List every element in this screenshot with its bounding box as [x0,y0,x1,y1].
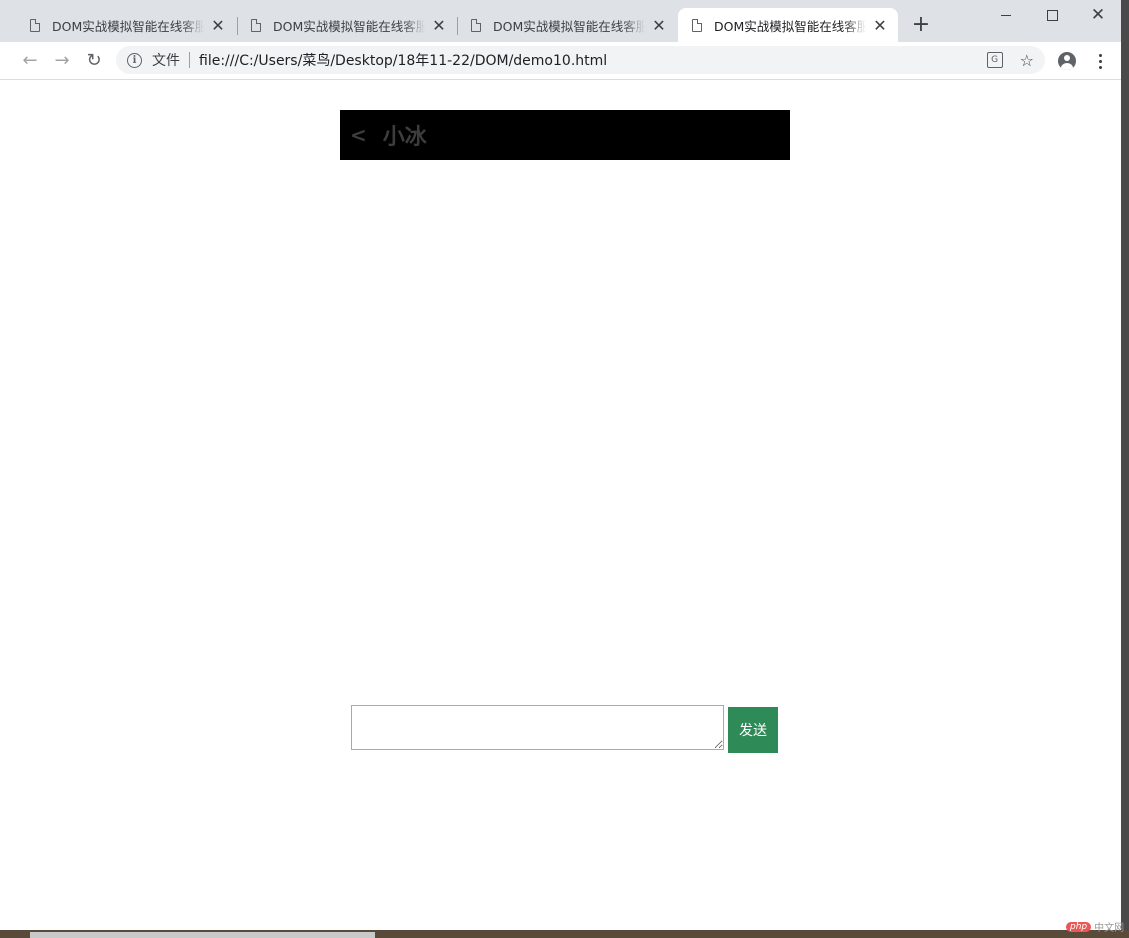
watermark-logo: php [1066,921,1092,932]
scheme-label: 文件 [152,53,180,69]
minimize-button[interactable] [983,0,1029,30]
back-button[interactable]: ← [18,48,42,72]
reload-button[interactable]: ↻ [82,48,106,72]
star-icon[interactable]: ☆ [1020,51,1034,70]
tab-close-icon[interactable]: ✕ [872,16,888,35]
translate-icon[interactable]: G [986,52,1003,68]
message-input[interactable] [351,705,724,750]
chat-back-button[interactable]: < [350,123,367,147]
watermark-text: 中文网 [1094,923,1125,934]
new-tab-button[interactable]: + [910,12,932,38]
info-icon[interactable]: i [127,52,142,68]
tab-title: DOM实战模拟智能在线客服系统 [714,18,866,34]
send-button[interactable]: 发送 [728,707,778,753]
minimize-icon [1001,14,1011,16]
reload-icon: ↻ [86,49,102,71]
forward-button[interactable]: → [50,48,74,72]
tab-close-icon[interactable]: ✕ [651,16,667,35]
arrow-left-icon: ← [22,49,38,71]
browser-window: DOM实战模拟智能在线客服系统 ✕ DOM实战模拟智能在线客服系统 ✕ DOM实… [0,0,1121,930]
tab-4-active[interactable]: DOM实战模拟智能在线客服系统 ✕ [678,8,898,42]
tab-1[interactable]: DOM实战模拟智能在线客服系统 ✕ [16,8,236,42]
address-bar[interactable]: i 文件 file:///C:/Users/菜鸟/Desktop/18年11-2… [116,46,1045,74]
taskbar-item[interactable] [30,932,375,938]
desktop-background-right [1121,0,1129,938]
chat-header: < 小冰 [340,110,790,160]
tab-title: DOM实战模拟智能在线客服系统 [493,18,645,34]
document-icon [251,18,261,32]
chat-title: 小冰 [382,125,427,150]
maximize-icon [1046,9,1058,21]
arrow-right-icon: → [54,49,70,71]
taskbar-strip [0,930,1129,938]
tab-title: DOM实战模拟智能在线客服系统 [52,18,204,34]
tab-strip: DOM实战模拟智能在线客服系统 ✕ DOM实战模拟智能在线客服系统 ✕ DOM实… [0,0,1121,42]
page-viewport: < 小冰 发送 [0,80,1121,930]
document-icon [692,18,702,32]
tab-3[interactable]: DOM实战模拟智能在线客服系统 ✕ [457,8,677,42]
close-icon: ✕ [1090,4,1106,25]
kebab-menu-icon[interactable] [1090,50,1110,72]
document-icon [471,18,481,32]
maximize-button[interactable] [1029,0,1075,30]
document-icon [30,18,40,32]
tab-close-icon[interactable]: ✕ [431,16,447,35]
tab-title: DOM实战模拟智能在线客服系统 [273,18,425,34]
account-icon[interactable] [1058,52,1076,70]
tab-close-icon[interactable]: ✕ [210,16,226,35]
address-separator [189,52,190,68]
tab-2[interactable]: DOM实战模拟智能在线客服系统 ✕ [237,8,457,42]
close-window-button[interactable]: ✕ [1075,0,1121,30]
url-text[interactable]: file:///C:/Users/菜鸟/Desktop/18年11-22/DOM… [199,50,987,70]
watermark: php 中文网 [1066,919,1124,934]
browser-toolbar: ← → ↻ i 文件 file:///C:/Users/菜鸟/Desktop/1… [0,42,1121,80]
